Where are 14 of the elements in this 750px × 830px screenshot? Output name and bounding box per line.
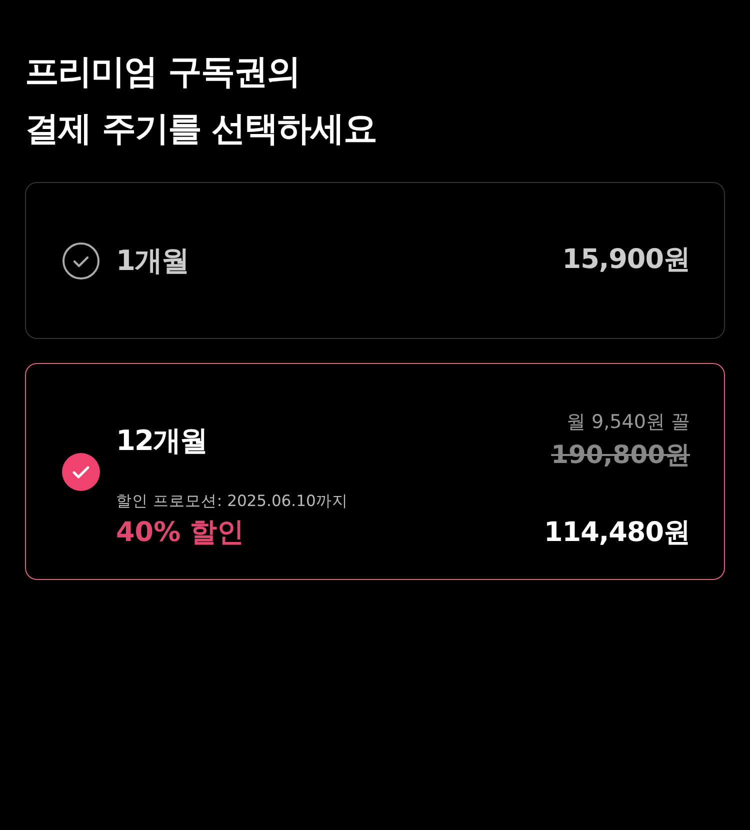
plan-period: 12개월 [116,422,207,459]
plan-price: 114,480원 [544,516,690,550]
plan-card[interactable]: 1개월 15,900원 [25,182,725,339]
page-title: 프리미엄 구독권의 [25,51,301,94]
plan-card[interactable]: 12개월 월 9,540원 꼴 190,800원 할인 프로모션: 2025.06.10까지 40% 할인 114,480원 [25,363,725,580]
original-price: 190,800원 [551,439,690,472]
check-icon[interactable] [62,452,100,490]
discount-label: 40% 할인 [116,516,246,550]
page-title: 결제 주기를 선택하세요 [25,108,378,151]
plan-price: 15,900원 [562,243,690,278]
monthly-price: 월 9,540원 꼴 [566,410,690,435]
promo-text: 할인 프로모션: 2025.06.10까지 [116,490,348,512]
check-icon[interactable] [62,242,100,280]
plan-period: 1개월 [116,242,188,278]
